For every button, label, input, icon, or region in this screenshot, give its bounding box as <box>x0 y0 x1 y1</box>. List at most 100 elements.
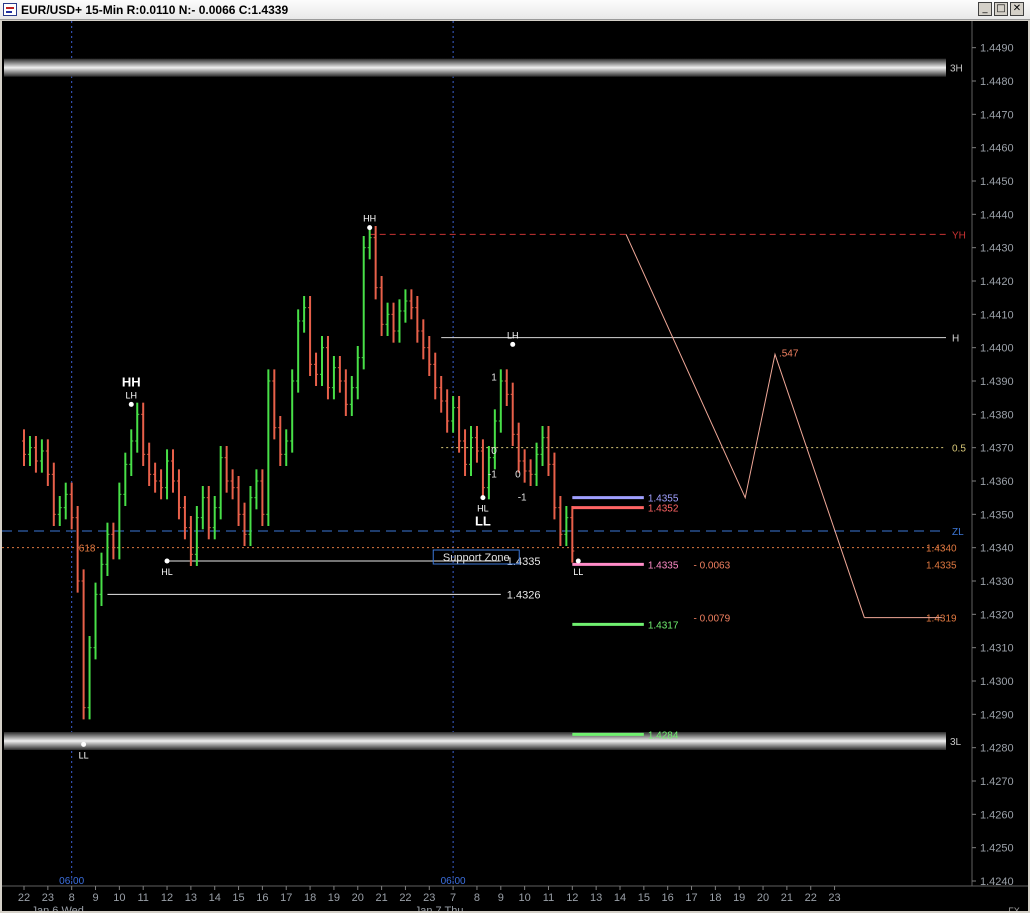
price-axis-tick-label: 1.4420 <box>980 276 1014 288</box>
right-price-label: 1.4340 <box>926 544 957 555</box>
price-axis-tick-label: 1.4460 <box>980 143 1014 155</box>
time-axis-tick-label: 18 <box>304 892 316 904</box>
time-axis-tick-label: 21 <box>781 892 793 904</box>
time-axis-tick-label: 12 <box>161 892 173 904</box>
swing-point-dot <box>164 558 170 564</box>
time-axis-tick-label: 11 <box>543 892 554 904</box>
time-axis-tick-label: 10 <box>519 892 531 904</box>
swing-point-dot <box>575 558 581 564</box>
wave-counter: 0 <box>491 446 497 457</box>
price-axis-tick-label: 1.4370 <box>980 443 1014 455</box>
support-zone-label: Support Zone <box>443 552 510 564</box>
swing-point-dot <box>128 401 134 407</box>
maximize-button[interactable]: □ <box>994 2 1008 16</box>
level-label: ZL <box>952 527 964 538</box>
swing-point-dot <box>367 225 373 231</box>
zone-label: 3H <box>950 64 963 75</box>
swing-label: HH <box>122 374 141 389</box>
time-axis-tick-label: 10 <box>113 892 125 904</box>
level-label: YH <box>952 230 966 241</box>
time-axis-tick-label: 21 <box>375 892 387 904</box>
fx-corner-label: FX <box>1008 906 1020 911</box>
time-axis-tick-label: 22 <box>399 892 411 904</box>
price-axis-tick-label: 1.4430 <box>980 243 1014 255</box>
swing-label: LH <box>507 330 519 340</box>
price-axis-tick-label: 1.4270 <box>980 776 1014 788</box>
time-axis-tick-label: 13 <box>185 892 197 904</box>
price-axis-tick-label: 1.4280 <box>980 743 1014 755</box>
price-axis-tick-label: 1.4480 <box>980 76 1014 88</box>
price-axis-tick-label: 1.4410 <box>980 309 1014 321</box>
projection-ratio-label: .547 <box>779 348 799 359</box>
distance-label: - 0.0079 <box>693 614 730 625</box>
right-price-label: 1.4319 <box>926 614 957 625</box>
close-button[interactable]: ✕ <box>1010 2 1024 16</box>
price-axis-tick-label: 1.4290 <box>980 709 1014 721</box>
time-axis-tick-label: 19 <box>733 892 745 904</box>
window-controls: _ □ ✕ <box>978 2 1024 16</box>
time-axis-tick-label: 9 <box>498 892 504 904</box>
zone-label: 3L <box>950 737 962 748</box>
time-axis-tick-label: 20 <box>352 892 364 904</box>
price-axis-tick-label: 1.4310 <box>980 643 1014 655</box>
session-marker-label: 06:00 <box>441 876 466 887</box>
price-chart[interactable]: 06:00 06:00 3H 3L YH H 0.5 ZL .618 1.4340 1.4335… <box>2 21 1028 911</box>
time-axis-tick-label: 17 <box>280 892 292 904</box>
target-price-label: 1.4284 <box>648 730 679 741</box>
right-price-label: 1.4335 <box>926 560 957 571</box>
level-label: H <box>952 334 959 345</box>
swing-point-dot <box>81 741 87 747</box>
price-axis-tick-label: 1.4390 <box>980 376 1014 388</box>
price-axis-tick-label: 1.4400 <box>980 343 1014 355</box>
time-axis-tick-label: 7 <box>450 892 456 904</box>
swing-label: HL <box>477 504 489 514</box>
wave-counter: 1 <box>491 373 497 384</box>
swing-label: LL <box>475 514 491 529</box>
price-axis-tick-label: 1.4360 <box>980 476 1014 488</box>
time-axis-tick-label: 22 <box>18 892 30 904</box>
window-titlebar: EUR/USD+ 15-Min R:0.0110 N:- 0.0066 C:1.… <box>0 0 1030 20</box>
price-axis-tick-label: 1.4380 <box>980 409 1014 421</box>
wave-counter: -1 <box>518 493 527 504</box>
date-label: Jan 7 Thu <box>415 905 464 911</box>
wave-counter: 0 <box>515 469 521 480</box>
time-axis-tick-label: 19 <box>328 892 340 904</box>
fib-618-label: .618 <box>76 544 96 555</box>
time-axis-tick-label: 17 <box>685 892 697 904</box>
support-price-label: 1.4335 <box>507 556 541 568</box>
time-axis-tick-label: 15 <box>232 892 244 904</box>
support-price-label: 1.4326 <box>507 589 541 601</box>
price-axis-tick-label: 1.4440 <box>980 209 1014 221</box>
swing-point-dot <box>510 341 516 347</box>
time-axis-tick-label: 12 <box>566 892 578 904</box>
time-axis-tick-label: 8 <box>69 892 75 904</box>
minimize-button[interactable]: _ <box>978 2 992 16</box>
swing-label: HL <box>161 567 173 577</box>
price-axis-tick-label: 1.4450 <box>980 176 1014 188</box>
price-axis-tick-label: 1.4320 <box>980 609 1014 621</box>
date-label: Jan 6 Wed <box>31 905 83 911</box>
price-axis-tick-label: 1.4350 <box>980 509 1014 521</box>
chart-window-icon[interactable] <box>3 3 17 16</box>
time-axis-tick-label: 23 <box>423 892 435 904</box>
price-axis-tick-label: 1.4330 <box>980 576 1014 588</box>
time-axis-tick-label: 8 <box>474 892 480 904</box>
time-axis-tick-label: 11 <box>137 892 148 904</box>
time-axis-tick-label: 15 <box>638 892 650 904</box>
time-axis-tick-label: 18 <box>709 892 721 904</box>
time-axis-tick-label: 9 <box>92 892 98 904</box>
time-axis-tick-label: 14 <box>209 892 221 904</box>
time-axis-tick-label: 16 <box>256 892 268 904</box>
session-marker-label: 06:00 <box>59 876 84 887</box>
price-axis-tick-label: 1.4490 <box>980 43 1014 55</box>
swing-label: HH <box>363 214 376 224</box>
swing-label: LL <box>573 567 583 577</box>
time-axis-tick-label: 23 <box>828 892 840 904</box>
level-label: 0.5 <box>952 444 966 455</box>
window-title: EUR/USD+ 15-Min R:0.0110 N:- 0.0066 C:1.… <box>21 3 289 17</box>
zone-band-3l <box>4 732 946 750</box>
swing-label: LH <box>126 390 138 400</box>
distance-label: - 0.0063 <box>693 560 730 571</box>
time-axis-tick-label: 13 <box>590 892 602 904</box>
target-price-label: 1.4352 <box>648 504 679 515</box>
